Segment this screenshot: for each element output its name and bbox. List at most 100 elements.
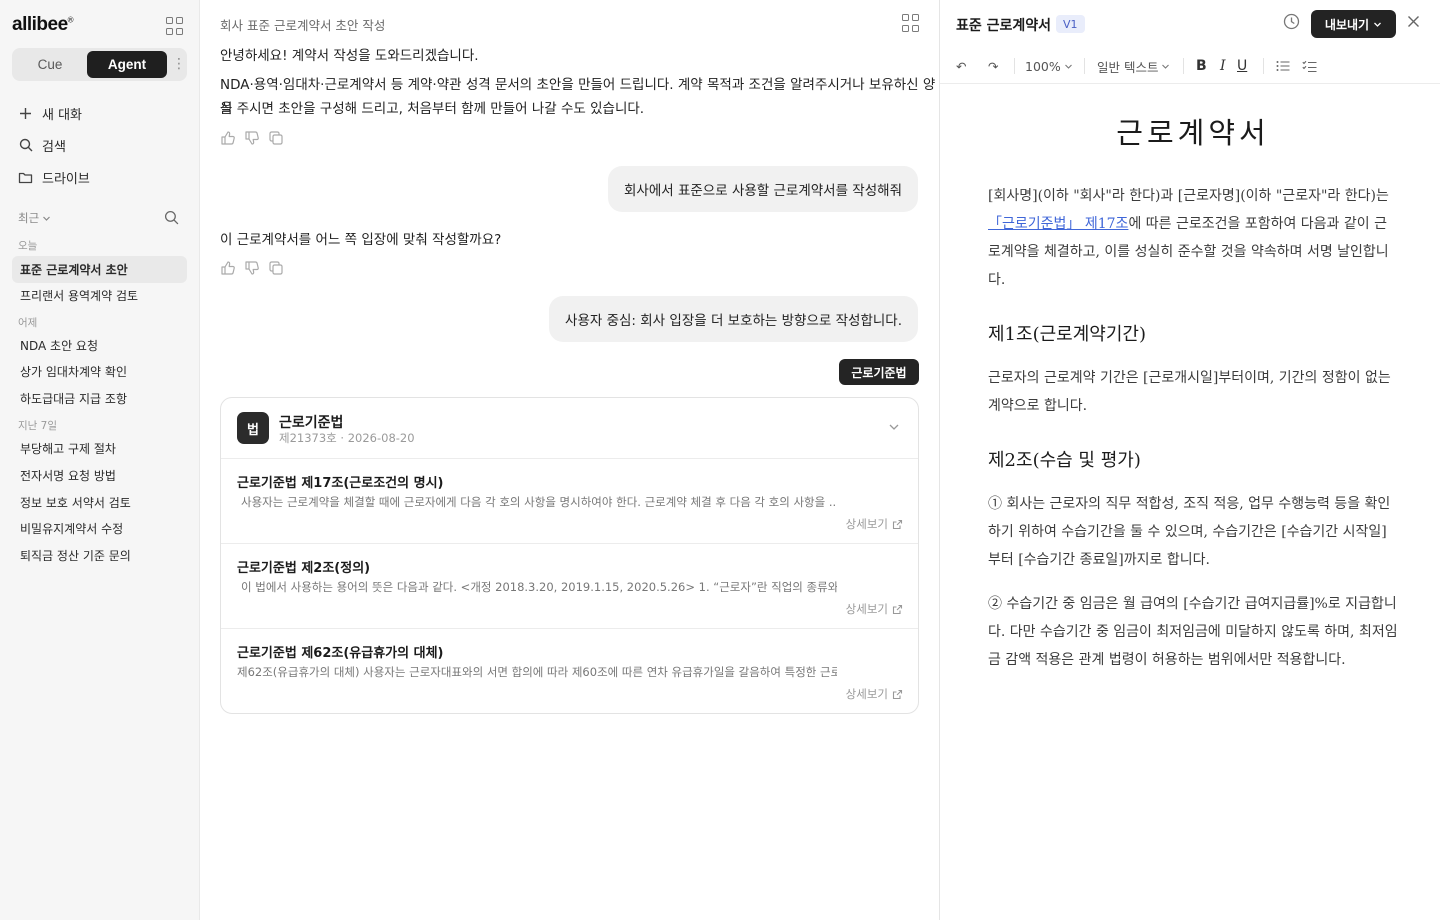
history-item[interactable]: 부당해고 구제 절차 — [12, 435, 187, 462]
bold-button[interactable]: B — [1196, 56, 1207, 76]
plus-icon — [18, 106, 33, 121]
view-detail-link[interactable]: 상세보기 — [846, 686, 903, 702]
law-article[interactable]: 근로기준법 제2조(정의) 이 법에서 사용하는 용어의 뜻은 다음과 같다. … — [221, 544, 918, 629]
sidebar: allibee® Cue Agent ⋮ 새 대화 검색 드라이브 최근 오늘 … — [0, 0, 200, 920]
law-card-header[interactable]: 법 근로기준법 제21373호 · 2026-08-20 — [221, 398, 918, 459]
history-item[interactable]: 비밀유지계약서 수정 — [12, 515, 187, 542]
chevron-down-icon — [1064, 64, 1072, 69]
document-title: 표준 근로계약서 — [956, 18, 1052, 34]
more-vertical-icon[interactable]: ⋮ — [172, 55, 186, 73]
history-item[interactable]: 표준 근로계약서 초안 — [12, 256, 187, 283]
law-name: 근로기준법 — [279, 415, 344, 431]
bot-intro-line-2: 을 주시면 초안을 구성해 드리고, 처음부터 함께 만들어 나갈 수도 있습니… — [220, 101, 645, 117]
law-article[interactable]: 근로기준법 제17조(근로조건의 명시) 사용자는 근로계약을 체결할 때에 근… — [221, 459, 918, 544]
section-heading: 제2조(수습 및 평가) — [988, 450, 1141, 471]
chat-panel: 회사 표준 근로계약서 초안 작성 안녕하세요! 계약서 작성을 도와드리겠습니… — [200, 0, 940, 920]
history-item[interactable]: 퇴직금 정산 기준 문의 — [12, 542, 187, 569]
message-actions — [220, 260, 284, 276]
zoom-select[interactable]: 100% — [1025, 56, 1073, 76]
article-snippet: 제62조(유급휴가의 대체) 사용자는 근로자대표와의 서면 합의에 따라 제6… — [237, 665, 837, 679]
law-reference-chip[interactable]: 근로기준법 — [839, 359, 919, 385]
view-detail-link[interactable]: 상세보기 — [846, 601, 903, 617]
user-message: 회사에서 표준으로 사용할 근로계약서를 작성해줘 — [608, 166, 918, 212]
law-article[interactable]: 근로기준법 제62조(유급휴가의 대체) 제62조(유급휴가의 대체) 사용자는… — [221, 629, 918, 713]
nav-search[interactable]: 검색 — [18, 133, 66, 157]
chevron-down-icon — [43, 216, 51, 221]
external-link-icon — [892, 519, 903, 529]
underline-button[interactable]: U — [1237, 56, 1247, 76]
italic-button[interactable]: I — [1220, 56, 1226, 76]
toolbar-divider — [1014, 58, 1015, 74]
copy-icon[interactable] — [268, 130, 284, 146]
nav-label: 새 대화 — [42, 107, 83, 123]
nav-drive[interactable]: 드라이브 — [18, 165, 90, 189]
group-label-yesterday: 어제 — [18, 317, 38, 329]
bot-greeting: 안녕하세요! 계약서 작성을 도와드리겠습니다. — [220, 48, 479, 64]
thumbs-up-icon[interactable] — [220, 130, 236, 146]
external-link-icon — [892, 689, 903, 699]
history-item[interactable]: 상가 임대차계약 확인 — [12, 358, 187, 385]
nav-label: 검색 — [42, 139, 66, 155]
document-heading: 근로계약서 — [1116, 116, 1270, 150]
section-heading: 제1조(근로계약기간) — [988, 324, 1146, 345]
search-history-icon[interactable] — [164, 210, 180, 226]
message-actions — [220, 130, 284, 146]
copy-icon[interactable] — [268, 260, 284, 276]
document-paragraph: [회사명](이하 "회사"라 한다)과 [근로자명](이하 "근로자"라 한다)… — [988, 188, 1389, 288]
export-button[interactable]: 내보내기 — [1311, 10, 1396, 38]
nav-label: 드라이브 — [42, 171, 90, 187]
mode-toggle: Cue Agent ⋮ — [12, 48, 187, 81]
article-title: 근로기준법 제62조(유급휴가의 대체) — [237, 646, 444, 661]
history-item[interactable]: 정보 보호 서약서 검토 — [12, 489, 187, 516]
redo-button[interactable]: ↷ — [988, 56, 998, 76]
bullet-list-icon[interactable] — [1276, 56, 1290, 76]
toolbar-divider — [1084, 58, 1085, 74]
close-icon[interactable] — [1406, 14, 1422, 30]
article-snippet: 사용자는 근로계약을 체결할 때에 근로자에게 다음 각 호의 사항을 명시하여… — [237, 494, 837, 510]
toolbar-divider — [1183, 58, 1184, 74]
law-meta: 제21373호 · 2026-08-20 — [279, 431, 415, 445]
undo-button[interactable]: ↶ — [956, 56, 966, 76]
chevron-down-icon[interactable] — [887, 420, 901, 434]
bot-question: 이 근로계약서를 어느 쪽 입장에 맞춰 작성할까요? — [220, 232, 502, 248]
chevron-down-icon — [1374, 22, 1382, 27]
layout-grid-icon[interactable] — [902, 14, 920, 32]
chevron-down-icon — [1162, 64, 1170, 69]
article-title: 근로기준법 제2조(정의) — [237, 561, 371, 576]
document-paragraph: ② 수습기간 중 임금은 월 급여의 [수습기간 급여지급률]%로 지급합니다.… — [988, 596, 1398, 668]
law-article-link[interactable]: 「근로기준법」 제17조 — [988, 216, 1128, 232]
user-message: 사용자 중심: 회사 입장을 더 보호하는 방향으로 작성합니다. — [549, 296, 918, 342]
article-snippet: 이 법에서 사용하는 용어의 뜻은 다음과 같다. <개정 2018.3.20,… — [237, 579, 837, 595]
document-paragraph: ① 회사는 근로자의 직무 적합성, 조직 적응, 업무 수행능력 등을 확인하… — [988, 496, 1391, 568]
group-label-last7: 지난 7일 — [18, 420, 57, 432]
text-style-select[interactable]: 일반 텍스트 — [1097, 56, 1170, 76]
recent-dropdown[interactable]: 최근 — [18, 210, 51, 226]
toolbar-divider — [1263, 58, 1264, 74]
thumbs-down-icon[interactable] — [244, 130, 260, 146]
history-item[interactable]: 하도급대금 지급 조항 — [12, 385, 187, 412]
editor-toolbar: ↶ ↷ 100% 일반 텍스트 B I U — [940, 48, 1440, 84]
external-link-icon — [892, 604, 903, 614]
mode-agent-button[interactable]: Agent — [87, 51, 167, 78]
apps-grid-icon[interactable] — [166, 17, 184, 35]
nav-new-chat[interactable]: 새 대화 — [18, 101, 82, 125]
view-detail-link[interactable]: 상세보기 — [846, 516, 903, 532]
document-body[interactable]: 근로계약서 [회사명](이하 "회사"라 한다)과 [근로자명](이하 "근로자… — [988, 110, 1398, 690]
history-clock-icon[interactable] — [1283, 13, 1301, 31]
chat-title: 회사 표준 근로계약서 초안 작성 — [220, 18, 386, 33]
article-title: 근로기준법 제17조(근로조건의 명시) — [237, 476, 444, 491]
history-item[interactable]: 프리랜서 용역계약 검토 — [12, 282, 187, 309]
group-label-today: 오늘 — [18, 240, 38, 252]
law-badge: 법 — [237, 412, 269, 444]
folder-icon — [18, 170, 33, 185]
thumbs-up-icon[interactable] — [220, 260, 236, 276]
app-logo[interactable]: allibee® — [12, 14, 74, 36]
thumbs-down-icon[interactable] — [244, 260, 260, 276]
document-paragraph: 근로자의 근로계약 기간은 [근로개시일]부터이며, 기간의 정함이 없는 계약… — [988, 370, 1391, 414]
checklist-icon[interactable] — [1302, 56, 1317, 76]
history-item[interactable]: NDA 초안 요청 — [12, 332, 187, 359]
version-badge[interactable]: V1 — [1056, 15, 1085, 33]
history-item[interactable]: 전자서명 요청 방법 — [12, 462, 187, 489]
law-reference-card: 법 근로기준법 제21373호 · 2026-08-20 근로기준법 제17조(… — [220, 397, 919, 714]
mode-cue-button[interactable]: Cue — [15, 51, 85, 78]
